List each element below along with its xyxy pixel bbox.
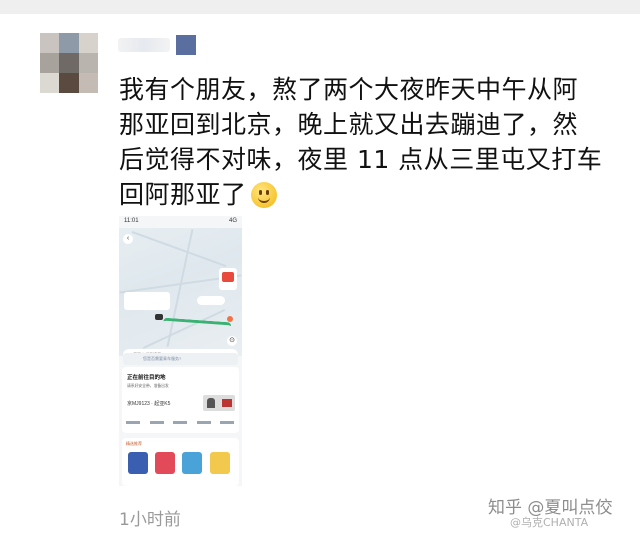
- post-line: 后觉得不对味，夜里 11 点从三里屯又打车: [119, 145, 603, 174]
- trip-subtext: 请系好安全带，准备出发: [127, 384, 169, 388]
- post-line: 回阿那亚了: [119, 177, 589, 212]
- map-view: ‹ ⊙ 您要去哪里接您?: [119, 228, 242, 361]
- car-icon: [155, 314, 163, 320]
- post-image-ride-screenshot[interactable]: 11:01 4G ‹ ⊙ 您要去哪里接您? 您是否需要乘车服务? 正在前往目的地…: [119, 216, 242, 486]
- post-line: 我有个朋友，熬了两个大夜昨天中午从阿: [119, 75, 579, 104]
- top-divider-bar: [0, 0, 640, 14]
- promo-item: [182, 452, 202, 474]
- red-packet-icon: [219, 268, 237, 290]
- promo-item: [210, 452, 230, 474]
- car-plate: 京MJ9123 · 起亚K5: [127, 401, 171, 407]
- locate-icon: ⊙: [227, 336, 237, 346]
- avatar[interactable]: [40, 33, 98, 93]
- map-info-bubble: [124, 292, 170, 310]
- watermark-sub: @乌克CHANTA: [510, 516, 589, 529]
- username-blurred[interactable]: [118, 34, 196, 56]
- action-safety: [173, 421, 187, 430]
- action-contact: [196, 421, 211, 430]
- action-more: [220, 421, 234, 430]
- action-police: [126, 421, 140, 430]
- profile-badge-icon: [176, 35, 196, 55]
- status-time: 11:01: [124, 218, 139, 224]
- promo-item: [155, 452, 175, 474]
- smile-emoji-icon: [250, 182, 277, 208]
- promo-title: 精选推荐: [126, 441, 142, 446]
- post-line: 那亚回到北京，晚上就又出去蹦迪了，然: [119, 110, 579, 139]
- post-line-text: 回阿那亚了: [119, 180, 247, 209]
- trip-actions: [126, 421, 234, 430]
- map-eta-bubble: [197, 296, 225, 305]
- driver-photo: [203, 395, 235, 411]
- trip-status: 正在前往目的地: [127, 375, 166, 381]
- action-share: [149, 421, 164, 430]
- trip-panel: 正在前往目的地 请系好安全带，准备出发 京MJ9123 · 起亚K5: [122, 367, 239, 433]
- phone-status-bar: 11:01 4G: [119, 216, 242, 228]
- post-text: 我有个朋友，熬了两个大夜昨天中午从阿 那亚回到北京，晚上就又出去蹦迪了，然 后觉…: [119, 72, 603, 212]
- blurred-name: [118, 38, 170, 52]
- status-signal: 4G: [228, 218, 237, 224]
- post-timestamp: 1小时前: [119, 510, 181, 530]
- service-tip: 您是否需要乘车服务?: [123, 353, 238, 365]
- promo-section: 精选推荐: [122, 438, 239, 486]
- destination-pin-icon: [227, 316, 233, 322]
- back-icon: ‹: [123, 234, 133, 244]
- promo-item: [128, 452, 148, 474]
